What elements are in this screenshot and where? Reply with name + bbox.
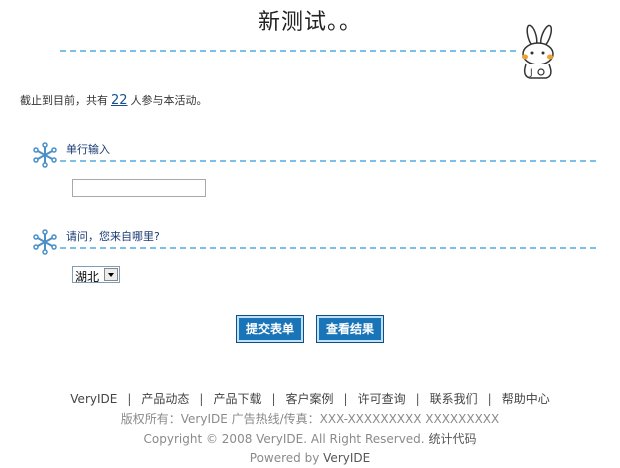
participation-summary: 截止到目前，共有 22 人参与本活动。	[20, 92, 208, 108]
chevron-down-icon[interactable]	[104, 268, 118, 281]
summary-suffix: 人参与本活动。	[130, 94, 208, 107]
stats-code-link[interactable]: 统计代码	[428, 432, 476, 446]
footer-link-veryide[interactable]: VeryIDE	[70, 392, 117, 406]
question-label-location: 请问，您来自哪里?	[66, 230, 160, 243]
location-select[interactable]: 湖北	[72, 266, 120, 284]
single-line-input[interactable]	[72, 179, 206, 197]
location-selected-value: 湖北	[75, 270, 100, 284]
copyright-text: Copyright © 2008 VeryIDE. All Right Rese…	[143, 432, 425, 446]
footer-link-help[interactable]: 帮助中心	[502, 392, 550, 406]
title-divider	[60, 50, 516, 52]
footer-contact: 版权所有：VeryIDE 广告热线/传真：XXX-XXXXXXXXX XXXXX…	[120, 412, 500, 426]
submit-form-button[interactable]: 提交表单	[236, 315, 304, 343]
footer-separator: |	[127, 392, 132, 406]
powered-prefix: Powered by	[249, 451, 320, 465]
snowflake-icon	[33, 142, 57, 168]
powered-brand-link[interactable]: VeryIDE	[323, 451, 370, 465]
footer-link-news[interactable]: 产品动态	[141, 392, 189, 406]
footer-separator: |	[415, 392, 420, 406]
question-divider	[60, 160, 596, 162]
question-label-single-line: 单行输入	[66, 143, 110, 156]
footer-separator: |	[199, 392, 204, 406]
footer-link-cases[interactable]: 客户案例	[286, 392, 334, 406]
footer-link-license[interactable]: 许可查询	[358, 392, 406, 406]
footer-powered: Powered by VeryIDE	[0, 451, 620, 465]
footer-separator: |	[271, 392, 276, 406]
footer-copyright: Copyright © 2008 VeryIDE. All Right Rese…	[0, 430, 620, 447]
participant-count-link[interactable]: 22	[111, 93, 128, 108]
footer-nav: VeryIDE | 产品动态 | 产品下载 | 客户案例 | 许可查询 | 联系我们 | 帮助中心	[0, 390, 620, 407]
summary-prefix: 截止到目前，共有	[20, 94, 108, 107]
snowflake-icon	[33, 229, 57, 255]
footer-separator: |	[487, 392, 492, 406]
rabbit-mascot-icon: J	[522, 24, 554, 79]
footer-link-contact[interactable]: 联系我们	[430, 392, 478, 406]
footer-separator: |	[343, 392, 348, 406]
question-divider	[60, 247, 596, 249]
footer-link-download[interactable]: 产品下载	[213, 392, 261, 406]
view-results-button[interactable]: 查看结果	[316, 315, 384, 343]
svg-text:J: J	[529, 68, 533, 78]
